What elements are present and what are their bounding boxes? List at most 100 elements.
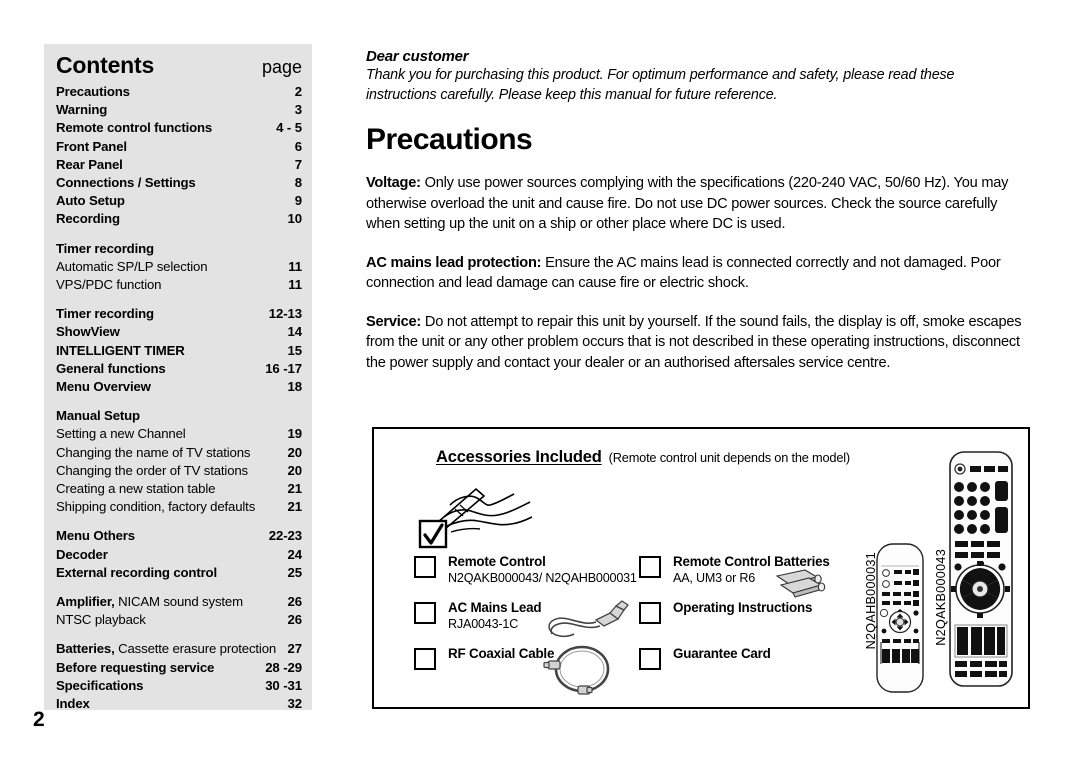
contents-panel: Contents page Precautions 2 Warning 3 Remote… (44, 44, 312, 713)
toc-entry[interactable]: Connections / Settings 8 (56, 174, 302, 192)
toc-entry[interactable]: General functions 16 -17 (56, 360, 302, 378)
toc-entry-page: 11 (288, 258, 302, 274)
toc-entry-page: 8 (294, 175, 302, 191)
toc-entry[interactable]: Index 32 (56, 695, 302, 713)
accessory-checkbox[interactable] (414, 556, 436, 578)
toc-entry-label: Menu Others (56, 528, 135, 544)
toc-entry-page: 28 -29 (265, 659, 302, 675)
precautions-paragraph: Voltage: Only use power sources complyin… (366, 175, 1009, 232)
toc-entry[interactable]: INTELLIGENT TIMER 15 (56, 342, 302, 360)
toc-entry-label: Recording (56, 211, 120, 227)
accessories-subtitle: (Remote control unit depends on the mode… (608, 450, 850, 465)
toc-spacer (56, 516, 302, 527)
accessories-heading-row: Accessories Included (Remote control uni… (436, 448, 850, 467)
toc-entry-page: 14 (287, 324, 303, 340)
toc-entry-label: NTSC playback (56, 612, 146, 628)
toc-entry-page: 21 (287, 481, 303, 497)
toc-entry[interactable]: Auto Setup 9 (56, 192, 302, 210)
page-number: 2 (33, 708, 45, 731)
toc-entry-page: 26 (287, 594, 303, 610)
toc-entry[interactable]: Changing the order of TV stations 20 (56, 462, 302, 480)
toc-entry-label: Changing the order of TV stations (56, 462, 249, 478)
toc-entry-page: 22-23 (268, 528, 302, 544)
toc-entry[interactable]: Rear Panel 7 (56, 156, 302, 174)
toc-entry-page: 26 (287, 612, 303, 628)
toc-entry[interactable]: Setting a new Channel 19 (56, 425, 302, 443)
toc-entry-page: 15 (287, 342, 303, 358)
remote-control-a-figure: N2QAHB000031 (864, 542, 926, 699)
toc-entry-page: 11 (288, 277, 302, 293)
toc-spacer (56, 629, 302, 640)
remote-control-b-figure: N2QAKB000043 (934, 449, 1014, 694)
toc-entry-page: 12-13 (268, 306, 302, 322)
accessory-checkbox[interactable] (414, 648, 436, 670)
toc-entry-page: 24 (287, 546, 303, 562)
toc-entry-page: 7 (294, 156, 302, 172)
toc-entry-page: 20 (287, 462, 303, 478)
toc-entry[interactable]: Menu Others 22-23 (56, 527, 302, 545)
toc-entry[interactable]: ShowView 14 (56, 323, 302, 341)
toc-entry-label: Shipping condition, factory defaults (56, 499, 256, 515)
toc-entry[interactable]: Menu Overview 18 (56, 378, 302, 396)
toc-entry[interactable]: Remote control functions 4 - 5 (56, 119, 302, 137)
toc-entry-label: Changing the name of TV stations (56, 444, 251, 460)
toc-entry-label: Creating a new station table (56, 481, 216, 497)
toc-entry-page: 3 (294, 102, 302, 118)
toc-entry-label: Decoder (56, 546, 108, 562)
toc-entry[interactable]: Precautions 2 (56, 83, 302, 101)
contents-title: Contents (56, 52, 155, 78)
toc-entry-label: Automatic SP/LP selection (56, 258, 208, 274)
toc-entry-label: Timer recording (56, 306, 154, 322)
toc-entry[interactable]: Decoder 24 (56, 546, 302, 564)
toc-entry-label: External recording control (56, 564, 217, 580)
page-title: Precautions (366, 123, 533, 156)
paragraph-lead-in: Service: (366, 313, 422, 330)
toc-entry[interactable]: Changing the name of TV stations 20 (56, 444, 302, 462)
precautions-paragraph: Service: Do not attempt to repair this u… (366, 313, 1022, 371)
accessory-checkbox[interactable] (414, 602, 436, 624)
toc-entry[interactable]: Shipping condition, factory defaults 21 (56, 498, 302, 516)
toc-entry[interactable]: Specifications 30 -31 (56, 677, 302, 695)
toc-entry-page: 25 (287, 564, 303, 580)
toc-entry-label: Index (56, 696, 90, 712)
accessory-checkbox[interactable] (639, 602, 661, 624)
accessory-checkbox[interactable] (639, 648, 661, 670)
precautions-body: Voltage: Only use power sources complyin… (366, 173, 1034, 373)
precautions-paragraph: AC mains lead protection: Ensure the AC … (366, 254, 1001, 292)
toc-entry[interactable]: Automatic SP/LP selection 11 (56, 258, 302, 276)
toc-entry-page: 6 (294, 138, 302, 154)
toc-entry[interactable]: Timer recording (56, 240, 302, 258)
toc-entry[interactable]: External recording control 25 (56, 564, 302, 582)
toc-entry-label: Connections / Settings (56, 175, 196, 191)
toc-entry[interactable]: Front Panel 6 (56, 138, 302, 156)
toc-entry-label: INTELLIGENT TIMER (56, 342, 185, 358)
toc-entry[interactable]: Batteries, Cassette erasure protection 27 (56, 640, 302, 658)
toc-entry-label: Auto Setup (56, 193, 125, 209)
remote-control-a-label: N2QAHB000031 (864, 552, 878, 650)
toc-entry-label: VPS/PDC function (56, 277, 162, 293)
paragraph-lead-in: AC mains lead protection: (366, 254, 542, 271)
toc-spacer (56, 229, 302, 240)
toc-entry-label: ShowView (56, 324, 120, 340)
table-of-contents-list: Precautions 2 Warning 3 Remote control funct… (56, 83, 302, 713)
toc-entry[interactable]: NTSC playback 26 (56, 611, 302, 629)
toc-entry-label: Precautions (56, 84, 130, 99)
toc-entry[interactable]: Creating a new station table 21 (56, 480, 302, 498)
toc-entry-page: 30 -31 (265, 677, 302, 693)
toc-entry[interactable]: Amplifier, NICAM sound system 26 (56, 593, 302, 611)
toc-entry-page: 10 (287, 211, 303, 227)
toc-entry-page: 20 (287, 444, 303, 460)
accessory-checkbox[interactable] (639, 556, 661, 578)
toc-entry[interactable]: VPS/PDC function 11 (56, 276, 302, 294)
dear-customer-heading: Dear customer (366, 48, 469, 65)
toc-entry[interactable]: Manual Setup (56, 407, 302, 425)
toc-entry[interactable]: Warning 3 (56, 101, 302, 119)
toc-entry-label: Manual Setup (56, 408, 140, 424)
toc-entry-page: 27 (287, 641, 303, 657)
toc-entry[interactable]: Recording 10 (56, 210, 302, 228)
toc-entry[interactable]: Timer recording 12-13 (56, 305, 302, 323)
contents-header: Contents page (56, 52, 302, 83)
toc-entry-page: 21 (287, 499, 303, 515)
toc-entry[interactable]: Before requesting service 28 -29 (56, 659, 302, 677)
toc-entry-label: Remote control functions (56, 120, 213, 136)
